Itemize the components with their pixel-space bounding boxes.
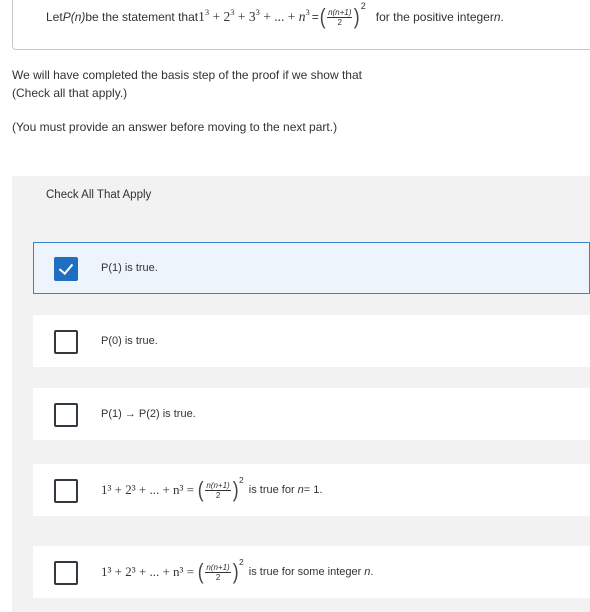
choice-label: P(0) is true.	[101, 335, 158, 347]
checkbox-checked[interactable]	[54, 257, 78, 281]
choice-formula-some-integer[interactable]: 1³ + 2³ + ... + n³ = ( n(n+1) 2 ) 2 is tru…	[33, 546, 590, 598]
choice-label: 1³ + 2³ + ... + n³ = ( n(n+1) 2 ) 2 is tru…	[101, 557, 374, 584]
choice-p0-true[interactable]: P(0) is true.	[33, 315, 590, 367]
instruction-line: We will have completed the basis step of…	[12, 68, 362, 82]
question-square: 2	[360, 1, 366, 11]
question-tail-end: .	[500, 10, 504, 24]
question-tail-var: n	[493, 10, 501, 24]
choice-p1-implies-p2[interactable]: P(1) → P(2) is true.	[33, 388, 590, 440]
question-statement: Let P(n) be the statement that 13 + 23 +…	[46, 1, 504, 29]
question-equals: =	[311, 10, 319, 24]
choice-p1-true[interactable]: P(1) is true.	[33, 242, 590, 294]
choice-label: P(1) → P(2) is true.	[101, 408, 196, 420]
question-pn: P(n)	[62, 10, 86, 24]
question-sum: 13 + 23 + 33 + ... + n3	[198, 7, 310, 24]
checkbox[interactable]	[54, 330, 78, 354]
question-fraction: n(n+1) 2	[327, 7, 353, 27]
panel-heading: Check All That Apply	[46, 189, 152, 201]
instruction-check-all: (Check all that apply.)	[12, 86, 128, 100]
question-be: be the statement that	[85, 10, 199, 24]
checkbox[interactable]	[54, 479, 78, 503]
question-tail: for the positive integer	[375, 10, 494, 24]
question-intro: Let	[46, 10, 63, 24]
instruction-must-answer: (You must provide an answer before movin…	[12, 120, 338, 134]
choice-formula-n-equals-1[interactable]: 1³ + 2³ + ... + n³ = ( n(n+1) 2 ) 2 is tru…	[33, 464, 590, 516]
checkbox[interactable]	[54, 403, 78, 427]
choice-label: 1³ + 2³ + ... + n³ = ( n(n+1) 2 ) 2 is tru…	[101, 475, 323, 502]
checkbox[interactable]	[54, 561, 78, 585]
choice-label: P(1) is true.	[101, 262, 158, 274]
